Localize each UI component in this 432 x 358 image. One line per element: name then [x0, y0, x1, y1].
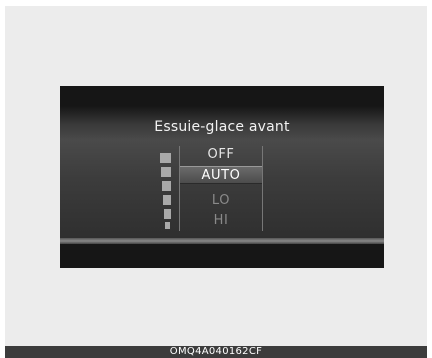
- menu-item-off[interactable]: OFF: [180, 146, 262, 164]
- level-bar: [164, 209, 171, 219]
- level-bar: [161, 167, 171, 177]
- menu-item-auto[interactable]: AUTO: [180, 166, 262, 184]
- menu-right-divider: [262, 146, 263, 231]
- level-bar: [162, 181, 171, 191]
- level-bar: [165, 222, 170, 229]
- figure-caption: OMQ4A040162CF: [5, 346, 427, 358]
- level-bar: [160, 153, 171, 163]
- menu-item-lo[interactable]: LO: [180, 192, 262, 210]
- display-title: Essuie-glace avant: [154, 119, 290, 135]
- menu-item-hi[interactable]: HI: [180, 212, 262, 230]
- display-bottom-glow: [60, 238, 384, 244]
- level-bar: [163, 195, 171, 205]
